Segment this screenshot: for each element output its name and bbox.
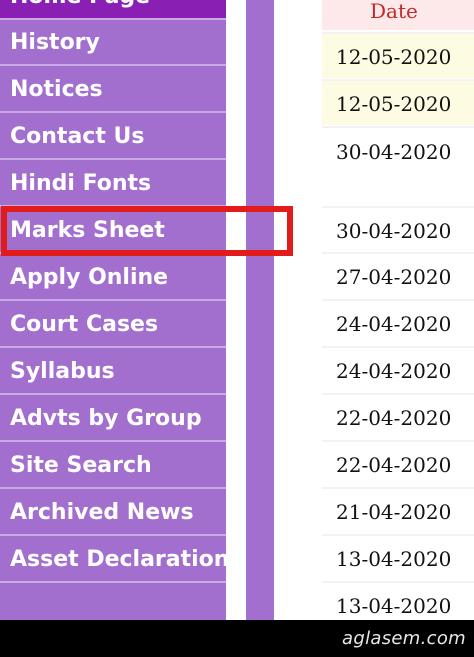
nav-item-hindi-fonts[interactable]: Hindi Fonts [0, 162, 226, 207]
side-navigation: Home Page History Notices Contact Us Hin… [0, 0, 226, 620]
nav-item-notices[interactable]: Notices [0, 68, 226, 113]
table-row-date: 24-04-2020 [322, 346, 474, 393]
date-column: Date 12-05-2020 12-05-2020 30-04-2020 30… [322, 0, 474, 620]
nav-item-archived-news[interactable]: Archived News [0, 491, 226, 536]
table-row-date: 27-04-2020 [322, 252, 474, 298]
table-row-date: 22-04-2020 [322, 440, 474, 487]
table-row-date: 30-04-2020 [322, 206, 474, 252]
table-row-date: 12-05-2020 [322, 32, 474, 78]
table-row-date: 30-04-2020 [322, 126, 474, 206]
nav-gap [226, 0, 246, 620]
table-row-date: 13-04-2020 [322, 581, 474, 620]
table-row-date: 13-04-2020 [322, 534, 474, 581]
table-gap [274, 0, 322, 620]
nav-item-marks-sheet[interactable]: Marks Sheet [0, 209, 226, 254]
decorative-strip [246, 0, 274, 620]
nav-item-site-search[interactable]: Site Search [0, 444, 226, 489]
table-row-date: 22-04-2020 [322, 393, 474, 440]
date-column-header: Date [322, 0, 474, 30]
nav-item-asset-declaration[interactable]: Asset Declaration [0, 538, 226, 583]
nav-item-contact-us[interactable]: Contact Us [0, 115, 226, 160]
watermark: aglasem.com [342, 628, 466, 649]
nav-item-syllabus[interactable]: Syllabus [0, 350, 226, 395]
nav-item-court-cases[interactable]: Court Cases [0, 303, 226, 348]
table-row-date: 24-04-2020 [322, 299, 474, 346]
table-row-date: 21-04-2020 [322, 487, 474, 534]
nav-item-advts-by-group[interactable]: Advts by Group [0, 397, 226, 442]
nav-item-home-page[interactable]: Home Page [0, 0, 226, 20]
nav-item-history[interactable]: History [0, 21, 226, 66]
footer-bar: aglasem.com [0, 620, 474, 657]
table-row-date: 12-05-2020 [322, 79, 474, 125]
nav-item-apply-online[interactable]: Apply Online [0, 256, 226, 301]
page: Home Page History Notices Contact Us Hin… [0, 0, 474, 657]
